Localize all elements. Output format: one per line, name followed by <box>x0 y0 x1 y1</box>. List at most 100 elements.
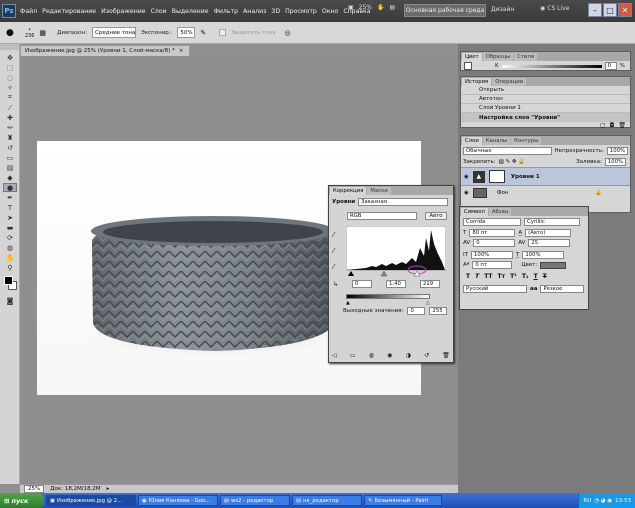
tab-paragraph[interactable]: Абзац <box>488 208 512 216</box>
underline-button[interactable]: T <box>534 273 538 280</box>
channel-value[interactable]: 0 <box>604 62 617 70</box>
menu-layer[interactable]: Слои <box>151 8 167 15</box>
brush-tool-icon[interactable]: ✏ <box>3 123 17 132</box>
tab-actions[interactable]: Операции <box>492 78 527 86</box>
history-brush-icon[interactable]: ↺ <box>3 143 17 152</box>
tab-history[interactable]: История <box>462 78 492 86</box>
tab-channels[interactable]: Каналы <box>482 137 511 145</box>
airbrush-icon[interactable]: ✎ <box>200 29 206 37</box>
eye-icon[interactable]: ◉ <box>464 174 469 180</box>
history-item[interactable]: Слой Уровни 1 <box>461 104 630 113</box>
3d-orbit-tool-icon[interactable]: ◍ <box>3 243 17 252</box>
hand-tool-icon[interactable]: ✋ <box>3 253 17 262</box>
channel-select[interactable]: RGB <box>347 212 417 220</box>
output-white-slider[interactable]: △ <box>426 300 430 306</box>
document-tab[interactable]: Изображение.jpg @ 25% (Уровни 1, Слой-ма… <box>20 45 190 56</box>
vertical-scale-input[interactable]: 100% <box>470 251 513 259</box>
tablet-pressure-icon[interactable]: ◎ <box>284 29 290 37</box>
blend-mode-select[interactable]: Обычные <box>463 147 552 155</box>
input-gray-value[interactable]: 1,40 <box>386 280 407 288</box>
reset-icon[interactable]: ↺ <box>424 352 429 359</box>
menu-image[interactable]: Изображение <box>101 8 146 15</box>
text-color-swatch[interactable] <box>540 261 567 269</box>
tab-adjustments[interactable]: Коррекция <box>330 187 367 195</box>
arrange-icon[interactable]: ▤ <box>390 4 396 11</box>
fill-input[interactable]: 100% <box>604 158 627 166</box>
kerning-input[interactable]: 0 <box>473 239 516 247</box>
tab-character[interactable]: Символ <box>461 208 488 216</box>
menu-filter[interactable]: Фильтр <box>214 8 238 15</box>
menu-file[interactable]: Файл <box>20 8 37 15</box>
strikethrough-button[interactable]: T <box>543 273 547 280</box>
clip-icon[interactable]: ↳ <box>333 281 338 288</box>
foreground-color[interactable] <box>4 276 13 285</box>
crop-tool-icon[interactable]: ⌗ <box>3 93 17 102</box>
taskbar-item[interactable]: ◉ Юлия Коняева - Goo... <box>138 495 218 506</box>
white-point-eyedropper-icon[interactable]: ⁄ <box>333 263 334 271</box>
small-caps-button[interactable]: Tт <box>498 273 506 280</box>
layer-row[interactable]: ◉ ▲ Уровни 1 <box>461 167 630 185</box>
delete-icon[interactable]: 🗑 <box>442 352 450 359</box>
stamp-tool-icon[interactable]: ♜ <box>3 133 17 142</box>
tab-swatches[interactable]: Образцы <box>482 53 514 61</box>
quick-select-tool-icon[interactable]: ✧ <box>3 83 17 92</box>
close-tab-icon[interactable]: × <box>179 48 184 54</box>
black-point-eyedropper-icon[interactable]: ⁄ <box>333 231 334 239</box>
hand-icon[interactable]: ✋ <box>377 4 384 11</box>
tracking-input[interactable]: 25 <box>528 239 571 247</box>
back-arrow-icon[interactable]: ◁ <box>332 352 337 359</box>
superscript-button[interactable]: T¹ <box>510 273 517 280</box>
eye-icon[interactable]: ◉ <box>464 190 469 196</box>
brush-panel-icon[interactable]: ▦ <box>39 29 46 37</box>
input-black-value[interactable]: 0 <box>352 280 373 288</box>
antialias-select[interactable]: Резкое <box>540 285 585 293</box>
faux-bold-button[interactable]: T <box>466 273 470 280</box>
menu-select[interactable]: Выделение <box>172 8 209 15</box>
gray-point-eyedropper-icon[interactable]: ⁄ <box>333 247 334 255</box>
font-family-select[interactable]: Corrida <box>463 218 521 226</box>
move-tool-icon[interactable]: ✥ <box>3 53 17 62</box>
color-swatch[interactable] <box>464 62 472 70</box>
gradient-tool-icon[interactable]: ▤ <box>3 163 17 172</box>
range-select[interactable]: Средние тона <box>91 27 136 38</box>
dodge-tool-icon[interactable]: ● <box>6 28 14 38</box>
zoom-level-menu[interactable]: 25% <box>359 4 372 11</box>
baseline-input[interactable]: 0 пт <box>472 261 513 269</box>
healing-tool-icon[interactable]: ✚ <box>3 113 17 122</box>
zoom-field[interactable]: 25% <box>24 485 45 493</box>
3d-rotate-tool-icon[interactable]: ⟳ <box>3 233 17 242</box>
brush-preset-picker[interactable]: • 236 <box>25 27 35 39</box>
language-indicator[interactable]: RU <box>583 498 591 504</box>
auto-button[interactable]: Авто <box>425 212 447 220</box>
tab-paths[interactable]: Контуры <box>511 137 542 145</box>
layer-mask-thumb[interactable] <box>488 170 505 183</box>
menu-window[interactable]: Окно <box>322 8 338 15</box>
exposure-input[interactable]: 50% <box>177 27 196 38</box>
path-select-tool-icon[interactable]: ➤ <box>3 213 17 222</box>
start-button[interactable]: ⊞ пуск <box>0 493 44 508</box>
clock[interactable]: 13:53 <box>615 498 631 504</box>
lasso-tool-icon[interactable]: ◌ <box>3 73 17 82</box>
taskbar-item[interactable]: ▣ Изображение.jpg @ 2... <box>46 495 136 506</box>
workspace-button[interactable]: Основная рабочая среда <box>404 4 486 17</box>
menu-view[interactable]: Просмотр <box>285 8 317 15</box>
visibility-icon[interactable]: ◉ <box>387 352 392 359</box>
marquee-tool-icon[interactable]: ⬚ <box>3 63 17 72</box>
type-tool-icon[interactable]: T <box>3 203 17 212</box>
channel-slider[interactable] <box>501 64 602 68</box>
lock-icons[interactable]: ▨ ✎ ✥ 🔒 <box>499 159 526 165</box>
trash-icon[interactable]: 🗑 <box>618 122 626 129</box>
close-button[interactable]: ✕ <box>618 3 632 17</box>
history-item[interactable]: Автотон <box>461 95 630 104</box>
zoom-tool-icon[interactable]: ⚲ <box>3 263 17 272</box>
tab-masks[interactable]: Маски <box>367 187 391 195</box>
new-doc-icon[interactable]: ▢ <box>600 122 606 129</box>
snapshot-icon[interactable]: ◘ <box>610 122 615 129</box>
bridge-icon[interactable]: ▣ <box>348 4 354 11</box>
tools-panel-grip[interactable] <box>0 44 19 50</box>
view-previous-icon[interactable]: ◑ <box>406 352 411 359</box>
output-black-value[interactable]: 0 <box>407 307 426 315</box>
pen-tool-icon[interactable]: ✒ <box>3 193 17 202</box>
history-item-active[interactable]: Настройка слоя "Уровни" <box>461 113 630 122</box>
tab-layers[interactable]: Слои <box>462 137 482 145</box>
